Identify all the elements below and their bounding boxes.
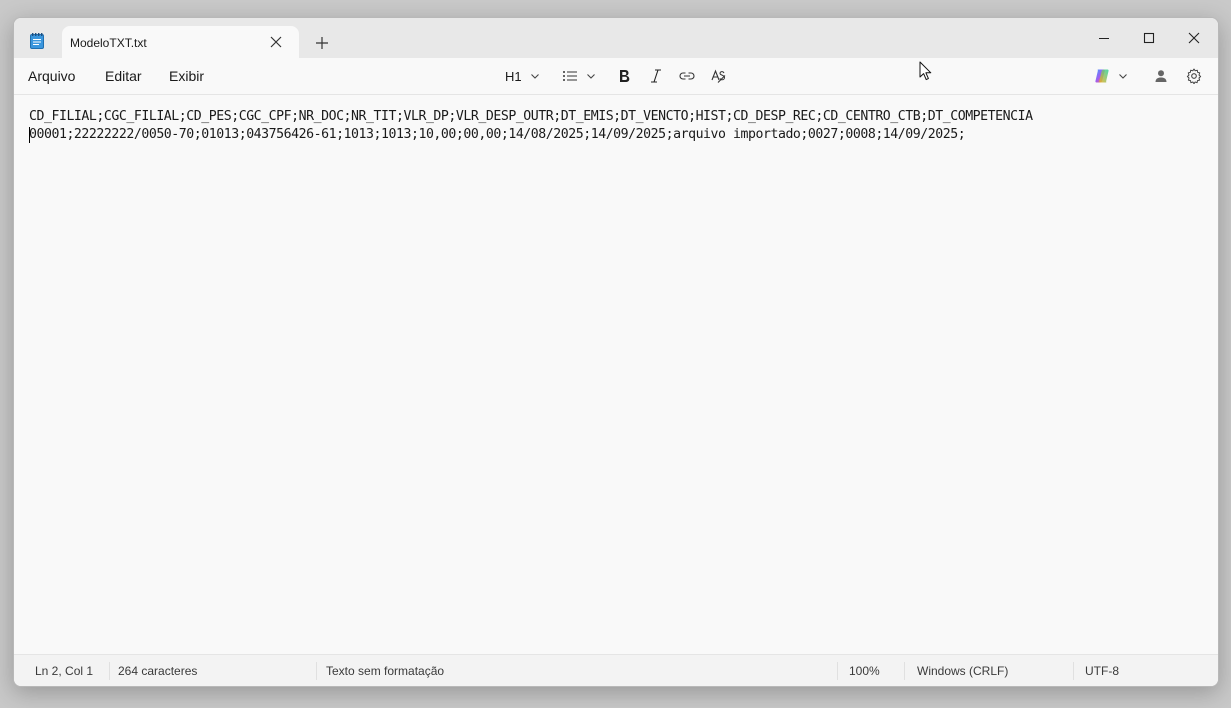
italic-icon — [651, 69, 661, 83]
line-ending[interactable]: Windows (CRLF) — [917, 664, 1008, 678]
cursor-position: Ln 2, Col 1 — [35, 664, 94, 678]
chevron-down-icon — [587, 74, 595, 79]
copilot-icon — [1095, 69, 1109, 83]
chevron-down-icon — [530, 74, 539, 79]
text-line-2: 00001;22222222/0050-70;01013;043756426-6… — [29, 127, 966, 142]
title-bar[interactable]: ModeloTXT.txt — [14, 18, 1218, 58]
clear-formatting-button[interactable] — [711, 66, 727, 86]
mouse-pointer-icon — [919, 61, 932, 81]
link-icon — [679, 72, 695, 80]
close-tab-icon[interactable] — [269, 35, 283, 49]
settings-button[interactable] — [1186, 66, 1202, 86]
status-divider — [316, 662, 317, 680]
text-format: Texto sem formatação — [326, 664, 445, 678]
tab-title: ModeloTXT.txt — [70, 36, 147, 50]
menu-file[interactable]: Arquivo — [28, 68, 75, 84]
account-button[interactable] — [1154, 66, 1168, 86]
character-count: 264 caracteres — [118, 664, 198, 678]
heading-label: H1 — [505, 68, 522, 84]
account-icon — [1155, 70, 1167, 82]
heading-dropdown[interactable]: H1 — [505, 66, 540, 86]
status-divider — [837, 662, 838, 680]
status-divider — [109, 662, 110, 680]
menu-edit[interactable]: Editar — [105, 68, 142, 84]
text-editor[interactable]: CD_FILIAL;CGC_FILIAL;CD_PES;CGC_CPF;NR_D… — [14, 95, 1218, 654]
notepad-window: ModeloTXT.txt Arquivo Editar Exibir H1 C… — [13, 17, 1219, 687]
tab-modelotxt[interactable]: ModeloTXT.txt — [62, 26, 299, 58]
zoom-level[interactable]: 100% — [849, 664, 880, 678]
italic-button[interactable] — [649, 66, 663, 86]
link-button[interactable] — [679, 66, 695, 86]
status-divider — [1073, 662, 1074, 680]
status-bar: Ln 2, Col 1 264 caracteres Texto sem for… — [14, 654, 1218, 686]
clear-formatting-icon — [711, 69, 726, 83]
notepad-icon — [30, 33, 44, 49]
bold-button[interactable] — [617, 66, 631, 86]
settings-icon — [1186, 68, 1202, 84]
maximize-icon[interactable] — [1135, 24, 1163, 52]
menu-bar: Arquivo Editar Exibir H1 — [14, 58, 1218, 94]
encoding[interactable]: UTF-8 — [1085, 664, 1119, 678]
text-caret — [29, 127, 30, 143]
minimize-icon[interactable] — [1090, 24, 1118, 52]
list-icon — [563, 71, 577, 81]
new-tab-icon[interactable] — [314, 35, 330, 51]
menu-view[interactable]: Exibir — [169, 68, 204, 84]
list-dropdown[interactable] — [562, 66, 596, 86]
bold-icon — [620, 70, 630, 82]
status-divider — [904, 662, 905, 680]
chevron-down-icon — [1119, 74, 1127, 79]
close-window-icon[interactable] — [1180, 24, 1208, 52]
text-line-1: CD_FILIAL;CGC_FILIAL;CD_PES;CGC_CPF;NR_D… — [29, 109, 1033, 124]
copilot-dropdown[interactable] — [1094, 66, 1128, 86]
